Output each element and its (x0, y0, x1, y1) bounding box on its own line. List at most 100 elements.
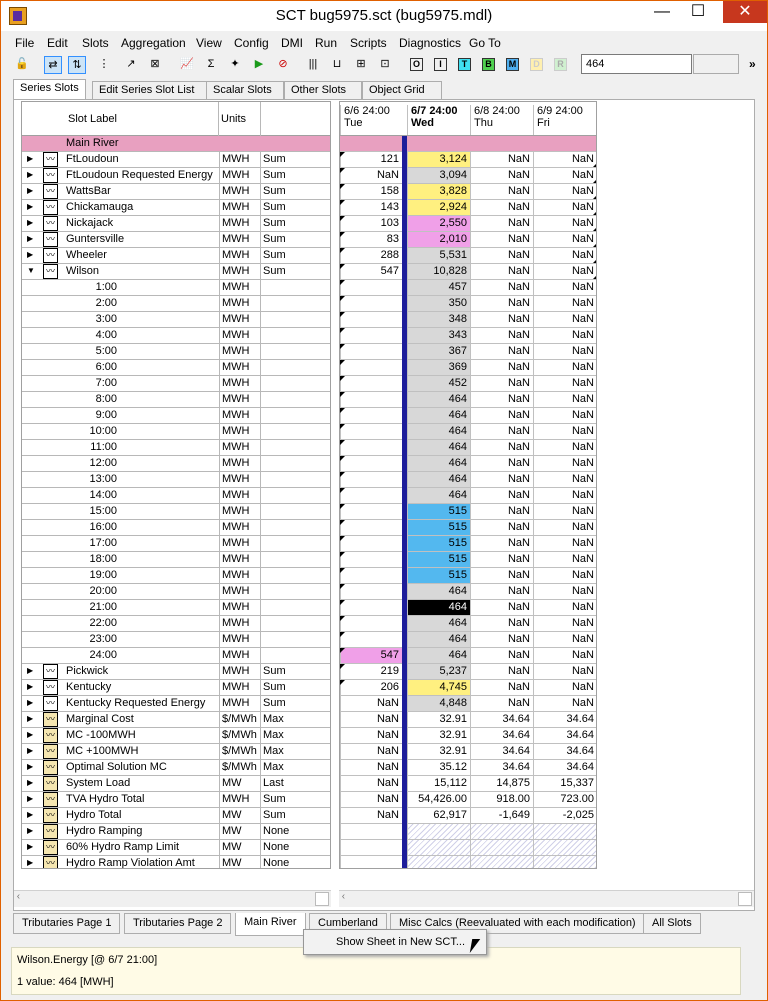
value-cell[interactable]: NaN (533, 600, 596, 615)
value-cell[interactable]: 350 (407, 296, 470, 311)
slot-label-header[interactable]: Slot Label (68, 113, 117, 125)
value-cell[interactable] (340, 440, 402, 455)
value-cell[interactable]: NaN (340, 760, 402, 775)
value-cell[interactable]: NaN (470, 360, 533, 375)
value-cell[interactable]: 723.00 (533, 792, 596, 807)
slot-row[interactable]: ▶ 〰 Hydro Total MW Sum (22, 808, 330, 824)
value-cell[interactable]: NaN (470, 408, 533, 423)
timestep-row[interactable]: 10:00 MWH (22, 424, 330, 440)
expand-arrow-icon[interactable]: ▶ (27, 794, 35, 803)
value-cell[interactable]: 464 (407, 440, 470, 455)
slot-row[interactable]: ▶ 〰 Optimal Solution MC $/MWh Max (22, 760, 330, 776)
timestep-row[interactable]: 22:00 MWH (22, 616, 330, 632)
timestep-row[interactable]: 3:00 MWH (22, 312, 330, 328)
expand-arrow-icon[interactable]: ▶ (27, 842, 35, 851)
value-cell[interactable]: NaN (533, 536, 596, 551)
group-header[interactable]: Main River (22, 136, 330, 152)
value-cell[interactable]: NaN (340, 712, 402, 727)
tab-tributaries-page-2[interactable]: Tributaries Page 2 (124, 913, 232, 934)
slot-list-hscroll[interactable]: ‹ (14, 890, 331, 907)
value-cell[interactable]: 369 (407, 360, 470, 375)
value-cell[interactable]: 2,550 (407, 216, 470, 231)
value-cell[interactable]: NaN (470, 696, 533, 711)
value-cell[interactable]: 34.64 (470, 712, 533, 727)
expand-arrow-icon[interactable]: ▶ (27, 170, 35, 179)
value-cell[interactable]: 2,924 (407, 200, 470, 215)
timestep-row[interactable]: 13:00 MWH (22, 472, 330, 488)
value-cell[interactable]: NaN (470, 296, 533, 311)
r-flag-icon[interactable]: R (554, 58, 567, 71)
value-cell[interactable] (407, 824, 470, 839)
expand-arrow-icon[interactable]: ▶ (27, 218, 35, 227)
expand-arrow-icon[interactable]: ▶ (27, 186, 35, 195)
value-cell[interactable]: 83 (340, 232, 402, 247)
value-cell[interactable]: NaN (340, 696, 402, 711)
timestep-row[interactable]: 2:00 MWH (22, 296, 330, 312)
value-cell[interactable]: NaN (470, 248, 533, 263)
timestep-row[interactable]: 15:00 MWH (22, 504, 330, 520)
slot-row[interactable]: ▶ 〰 Pickwick MWH Sum (22, 664, 330, 680)
timestep-row[interactable]: 9:00 MWH (22, 408, 330, 424)
value-cell[interactable]: 34.64 (533, 712, 596, 727)
value-cell[interactable]: NaN (533, 408, 596, 423)
fit-icon[interactable]: ⊞ (352, 56, 370, 74)
value-cell[interactable]: NaN (470, 648, 533, 663)
t-flag-icon[interactable]: T (458, 58, 471, 71)
m-flag-icon[interactable]: M (506, 58, 519, 71)
value-cell[interactable]: NaN (533, 392, 596, 407)
d-flag-icon[interactable]: D (530, 58, 543, 71)
timestep-row[interactable]: 1:00 MWH (22, 280, 330, 296)
value-cell[interactable]: 464 (407, 600, 470, 615)
value-cell[interactable] (340, 296, 402, 311)
value-cell[interactable]: NaN (340, 744, 402, 759)
value-cell[interactable]: NaN (470, 168, 533, 183)
filter-icon[interactable]: ⇅ (68, 56, 86, 74)
timestep-row[interactable]: 6:00 MWH (22, 360, 330, 376)
timestep-row[interactable]: 17:00 MWH (22, 536, 330, 552)
value-cell[interactable] (340, 856, 402, 868)
slot-row[interactable]: ▶ 〰 Chickamauga MWH Sum (22, 200, 330, 216)
slot-row[interactable]: ▶ 〰 FtLoudoun MWH Sum (22, 152, 330, 168)
value-cell[interactable]: 515 (407, 504, 470, 519)
value-cell[interactable]: 464 (407, 456, 470, 471)
tab-edit-series-slot-list[interactable]: Edit Series Slot List (92, 81, 208, 99)
value-cell[interactable]: -1,649 (470, 808, 533, 823)
value-cell[interactable]: 32.91 (407, 744, 470, 759)
expand-arrow-icon[interactable]: ▶ (27, 714, 35, 723)
value-cell[interactable]: 62,917 (407, 808, 470, 823)
value-cell[interactable]: 547 (340, 264, 402, 279)
units-header[interactable]: Units (221, 113, 246, 125)
value-cell[interactable]: 4,745 (407, 680, 470, 695)
timestep-row[interactable]: 20:00 MWH (22, 584, 330, 600)
menu-diagnostics[interactable]: Diagnostics (399, 36, 461, 50)
value-cell[interactable]: 464 (407, 632, 470, 647)
value-cell[interactable]: 515 (407, 568, 470, 583)
value-cell[interactable]: NaN (470, 488, 533, 503)
value-cell[interactable]: NaN (533, 344, 596, 359)
value-cell[interactable]: NaN (533, 216, 596, 231)
value-cell[interactable] (340, 520, 402, 535)
expand-arrow-icon[interactable]: ▶ (27, 858, 35, 867)
value-cell[interactable]: NaN (470, 504, 533, 519)
value-cell[interactable] (470, 856, 533, 868)
value-cell[interactable]: 10,828 (407, 264, 470, 279)
play-icon[interactable]: ▶ (250, 56, 268, 74)
value-cell[interactable]: NaN (470, 584, 533, 599)
value-cell[interactable]: 219 (340, 664, 402, 679)
value-cell[interactable]: 918.00 (470, 792, 533, 807)
value-cell[interactable]: NaN (470, 328, 533, 343)
value-cell[interactable]: 15,112 (407, 776, 470, 791)
value-cell[interactable] (340, 360, 402, 375)
date-column-header[interactable]: 6/8 24:00 Thu (470, 105, 534, 135)
date-column-header[interactable]: 6/6 24:00 Tue (340, 105, 404, 135)
timestep-row[interactable]: 14:00 MWH (22, 488, 330, 504)
expand-icon[interactable]: ⊔ (328, 56, 346, 74)
tab-other-slots[interactable]: Other Slots (284, 81, 362, 99)
slot-row[interactable]: ▶ 〰 Hydro Ramping MW None (22, 824, 330, 840)
tab-tributaries-page-1[interactable]: Tributaries Page 1 (13, 913, 121, 934)
stop-icon[interactable]: ⊘ (274, 56, 292, 74)
value-cell[interactable]: NaN (470, 424, 533, 439)
date-column-header[interactable]: 6/7 24:00 Wed (407, 105, 471, 135)
value-cell[interactable]: NaN (470, 376, 533, 391)
value-cell[interactable]: NaN (533, 280, 596, 295)
